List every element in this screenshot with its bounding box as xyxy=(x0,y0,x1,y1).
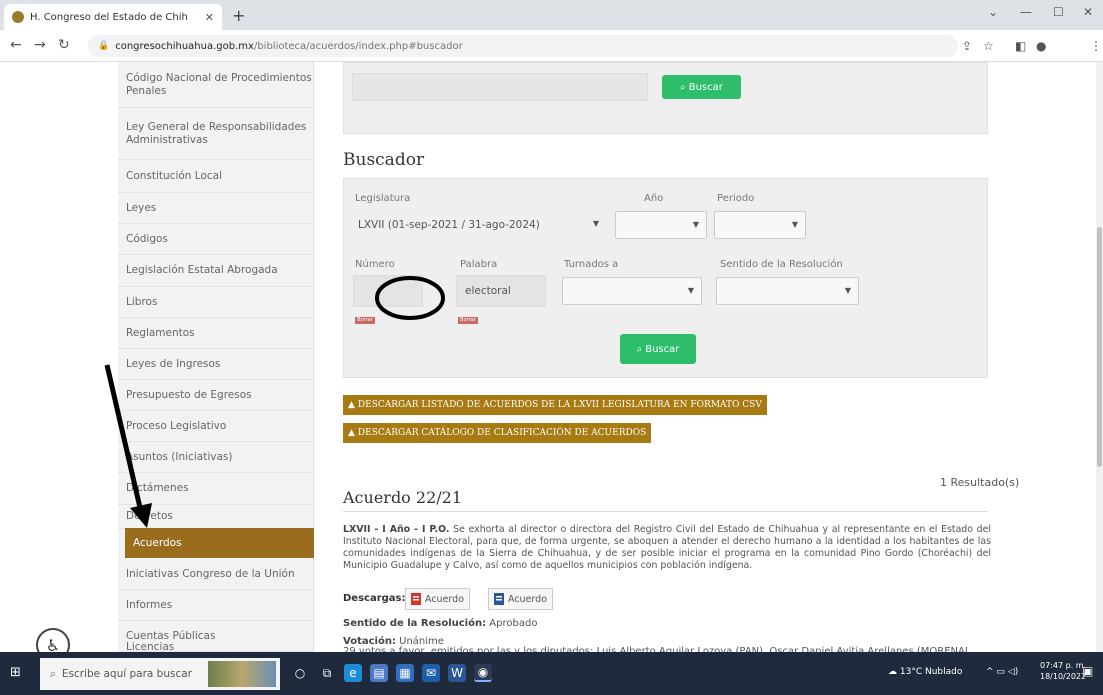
file-explorer-icon[interactable]: ▤ xyxy=(370,664,388,682)
windows-start-icon[interactable]: ⊞ xyxy=(10,665,21,680)
search-icon: ⌕ xyxy=(50,667,56,680)
search-highlight-image xyxy=(208,661,276,687)
taskbar-clock[interactable]: 07:47 p. m. 18/10/2022 xyxy=(1040,660,1086,682)
system-tray-icons[interactable]: ^ ▭ ◁) xyxy=(986,667,1018,677)
notifications-icon[interactable]: ▣ xyxy=(1082,664,1093,678)
weather-text: 13°C Nublado xyxy=(899,667,963,677)
task-view-icon[interactable]: ⧉ xyxy=(318,664,336,682)
annotation-circle xyxy=(375,276,445,320)
edge-icon[interactable]: e xyxy=(344,664,362,682)
taskbar-search-input[interactable]: ⌕ Escribe aquí para buscar xyxy=(40,658,280,690)
mail-icon[interactable]: ✉ xyxy=(422,664,440,682)
clock-date: 18/10/2022 xyxy=(1040,672,1087,681)
word-icon[interactable]: W xyxy=(448,664,466,682)
clock-time: 07:47 p. m. xyxy=(1040,661,1087,670)
cortana-icon[interactable]: ○ xyxy=(291,664,309,682)
annotation-arrow-line xyxy=(104,364,144,513)
chrome-icon[interactable]: ◉ xyxy=(474,664,492,682)
windows-taskbar: ⊞ ⌕ Escribe aquí para buscar ○ ⧉ e ▤ ▦ ✉… xyxy=(0,652,1103,695)
weather-widget[interactable]: ☁ 13°C Nublado xyxy=(888,667,962,677)
store-icon[interactable]: ▦ xyxy=(396,664,414,682)
taskbar-search-placeholder: Escribe aquí para buscar xyxy=(61,668,192,680)
annotation-arrow-head xyxy=(130,503,152,528)
annotation-overlay xyxy=(104,276,445,528)
